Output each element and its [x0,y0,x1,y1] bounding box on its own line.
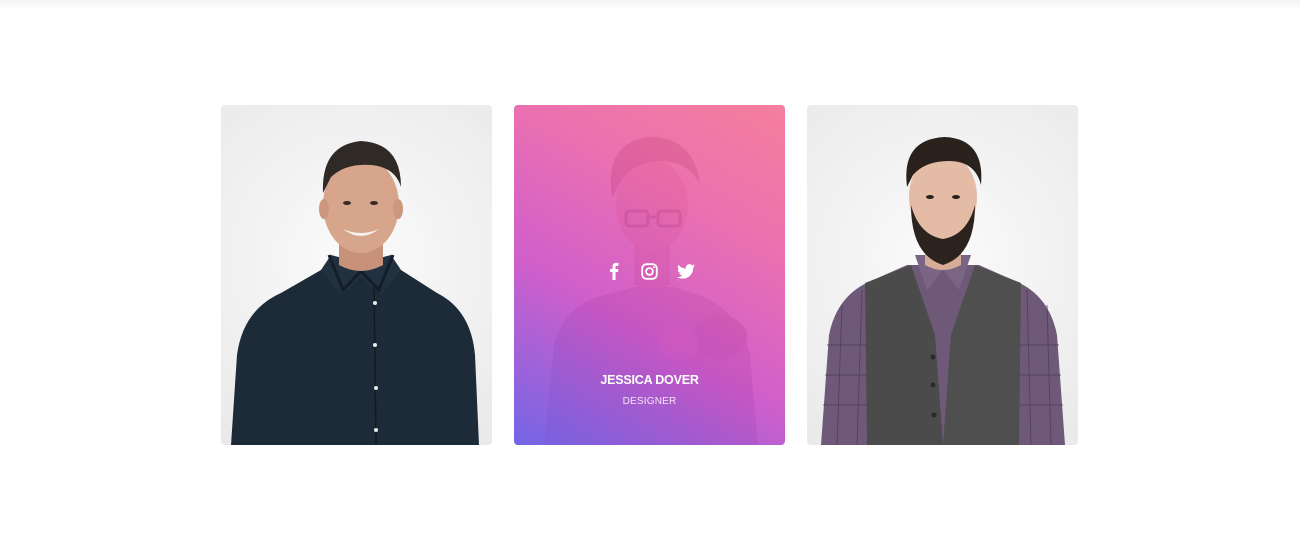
team-card-1[interactable] [221,105,492,445]
team-section: JESSICA DOVER DESIGNER [221,105,1080,445]
facebook-icon[interactable] [605,262,623,280]
team-card-3[interactable] [807,105,1078,445]
social-links [514,262,785,280]
instagram-icon[interactable] [641,262,659,280]
member-name: JESSICA DOVER [600,373,699,387]
top-shadow-bar [0,0,1300,10]
member-role: DESIGNER [622,396,677,407]
man-in-dark-shirt-photo [231,141,479,445]
man-in-vest-photo [821,137,1065,445]
twitter-icon[interactable] [676,262,695,280]
team-card-2[interactable]: JESSICA DOVER DESIGNER [514,105,785,445]
